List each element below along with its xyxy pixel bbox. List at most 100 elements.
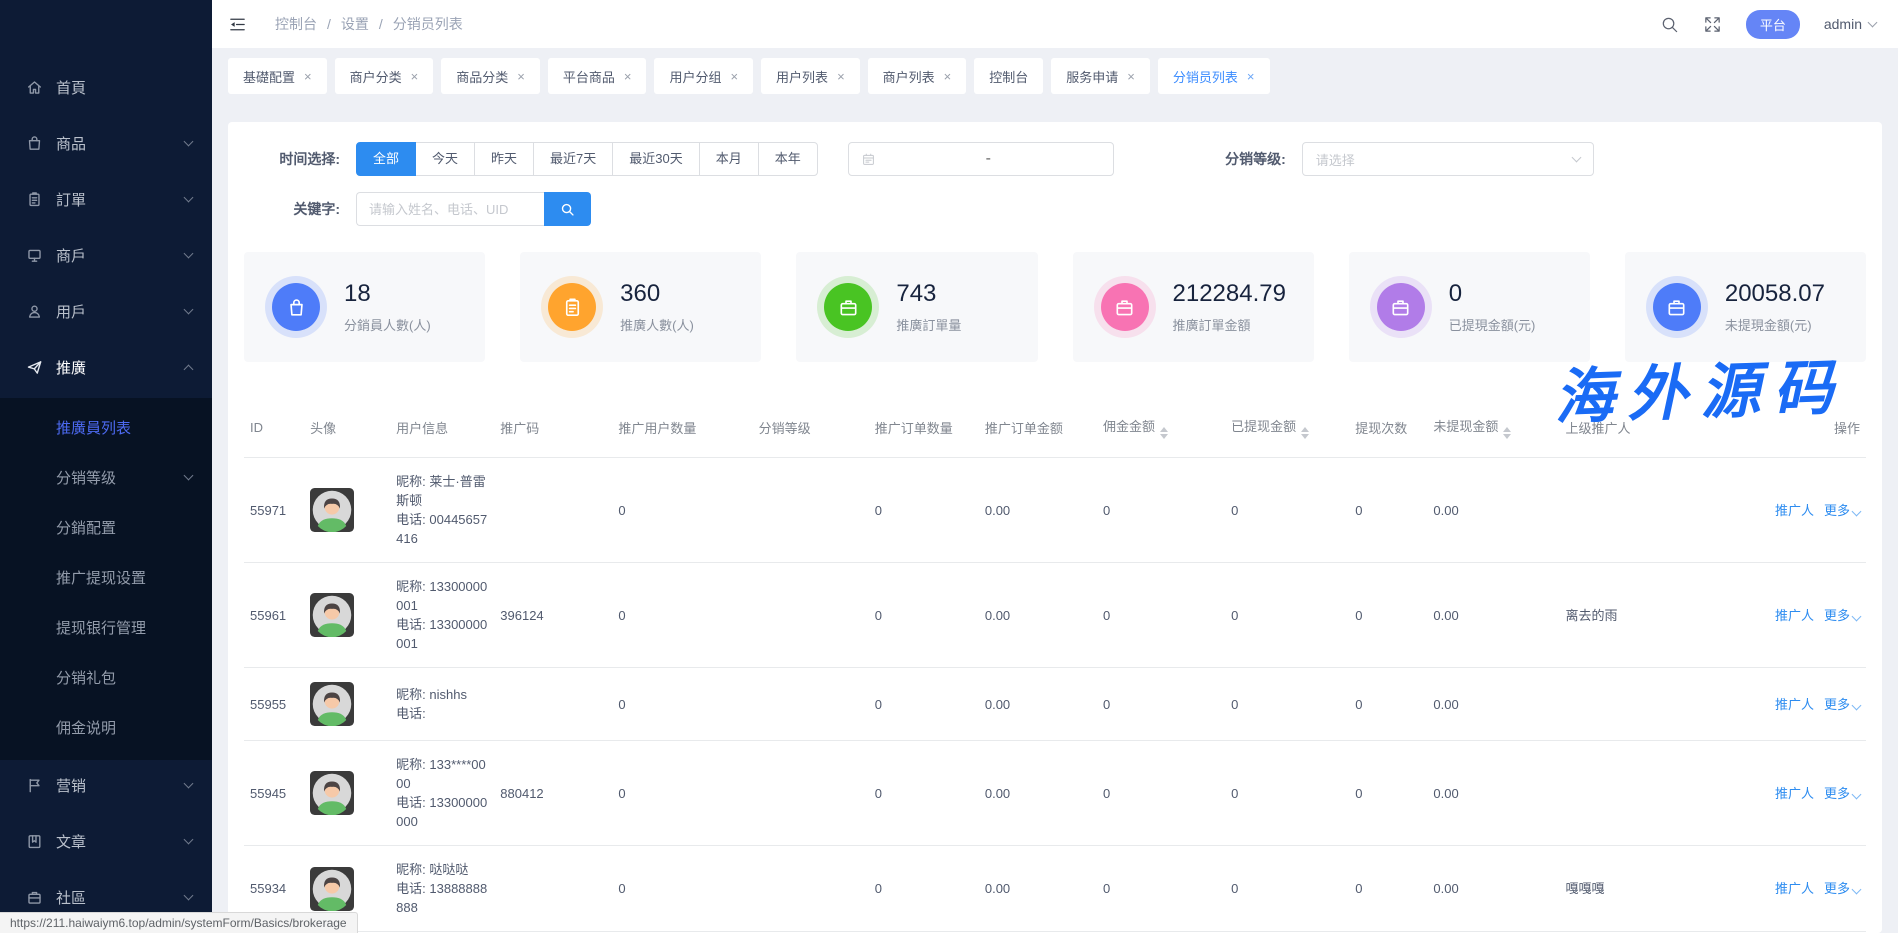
breadcrumb-item[interactable]: 设置	[341, 14, 369, 34]
column-header-actions: 操作	[1758, 406, 1866, 458]
tab-服务申请[interactable]: 服务申请×	[1051, 58, 1150, 94]
user-menu[interactable]: admin	[1824, 16, 1876, 32]
cell-user-info: 昵称: 133****0000电话: 13300000000	[390, 741, 494, 846]
keyword-input[interactable]	[356, 192, 544, 226]
collapse-menu-icon[interactable]	[228, 15, 247, 34]
cell-commission: 0	[1097, 741, 1225, 846]
more-link[interactable]: 更多	[1824, 697, 1860, 712]
tab-label: 商户分类	[350, 67, 402, 86]
sidebar-item-营销[interactable]: 营销	[0, 760, 212, 810]
time-filter-本年[interactable]: 本年	[758, 142, 818, 176]
sidebar-subitem-提现银行管理[interactable]: 提现银行管理	[0, 602, 212, 652]
sidebar-subitem-推廣員列表[interactable]: 推廣員列表	[0, 402, 212, 452]
cell-parent	[1560, 741, 1758, 846]
close-icon[interactable]: ×	[624, 70, 632, 83]
close-icon[interactable]: ×	[517, 70, 525, 83]
sidebar-menu: 首頁商品訂單商戶用戶推廣推廣員列表分销等级分銷配置推广提现设置提现银行管理分销礼…	[0, 62, 212, 922]
promoter-link[interactable]: 推广人	[1775, 786, 1814, 801]
close-icon[interactable]: ×	[1247, 70, 1255, 83]
column-header-commission[interactable]: 佣金金额	[1097, 406, 1225, 458]
distributor-table: ID头像用户信息推广码推广用户数量分销等级推广订单数量推广订单金额佣金金额已提现…	[244, 406, 1866, 933]
tab-label: 商品分类	[456, 67, 508, 86]
date-range-input[interactable]: -	[848, 142, 1114, 176]
more-link[interactable]: 更多	[1824, 503, 1860, 518]
sidebar-item-首頁[interactable]: 首頁	[0, 62, 212, 112]
cell-unwithdrawn: 0.00	[1427, 846, 1559, 932]
column-header-unwithdrawn[interactable]: 未提现金额	[1427, 406, 1559, 458]
tab-分销员列表[interactable]: 分销员列表×	[1158, 58, 1270, 94]
sidebar-subitem-推广提现设置[interactable]: 推广提现设置	[0, 552, 212, 602]
fullscreen-icon[interactable]	[1703, 15, 1722, 34]
promoter-link[interactable]: 推广人	[1775, 881, 1814, 896]
promoter-link[interactable]: 推广人	[1775, 697, 1814, 712]
promoter-link[interactable]: 推广人	[1775, 503, 1814, 518]
close-icon[interactable]: ×	[1127, 70, 1135, 83]
sidebar-item-文章[interactable]: 文章	[0, 816, 212, 866]
promoter-link[interactable]: 推广人	[1775, 608, 1814, 623]
user-nickname: 昵称: 13300000001	[396, 577, 488, 615]
tab-商户列表[interactable]: 商户列表×	[868, 58, 967, 94]
sidebar-item-商品[interactable]: 商品	[0, 118, 212, 168]
sidebar-subitem-label: 提现银行管理	[56, 617, 192, 638]
column-header-avatar: 头像	[304, 406, 390, 458]
briefcase-icon	[824, 283, 872, 331]
cell-level	[753, 741, 869, 846]
search-icon[interactable]	[1660, 15, 1679, 34]
cell-actions: 推广人更多	[1758, 741, 1866, 846]
cell-code	[494, 458, 612, 563]
breadcrumb-item[interactable]: 分销员列表	[393, 14, 463, 34]
column-header-withdrawn[interactable]: 已提现金额	[1225, 406, 1349, 458]
time-filter-全部[interactable]: 全部	[356, 142, 416, 176]
tab-基礎配置[interactable]: 基礎配置×	[228, 58, 327, 94]
stat-card: 743推廣訂單量	[796, 252, 1037, 362]
sidebar-subitem-分销礼包[interactable]: 分销礼包	[0, 652, 212, 702]
breadcrumb-item[interactable]: 控制台	[275, 14, 317, 34]
keyword-search-button[interactable]	[544, 192, 591, 226]
briefcase-icon	[1377, 283, 1425, 331]
sidebar-subitem-佣金说明[interactable]: 佣金说明	[0, 702, 212, 752]
sort-icon[interactable]	[1503, 427, 1511, 439]
time-filter-最近30天[interactable]: 最近30天	[612, 142, 699, 176]
time-filter-本月[interactable]: 本月	[699, 142, 759, 176]
close-icon[interactable]: ×	[304, 70, 312, 83]
sidebar-item-label: 文章	[56, 831, 185, 852]
column-header-label: 推广订单数量	[875, 421, 953, 436]
tab-控制台[interactable]: 控制台	[974, 58, 1043, 94]
more-link[interactable]: 更多	[1824, 786, 1860, 801]
sidebar-subitem-分銷配置[interactable]: 分銷配置	[0, 502, 212, 552]
sidebar-item-推廣[interactable]: 推廣	[0, 342, 212, 392]
more-link[interactable]: 更多	[1824, 881, 1860, 896]
sort-icon[interactable]	[1160, 427, 1168, 439]
sidebar-item-用戶[interactable]: 用戶	[0, 286, 212, 336]
cell-parent	[1560, 458, 1758, 563]
tab-商品分类[interactable]: 商品分类 ×	[441, 58, 540, 94]
topbar-right: 平台 admin	[1660, 10, 1876, 39]
cell-id: 55971	[244, 458, 304, 563]
tab-用户列表[interactable]: 用户列表×	[761, 58, 860, 94]
time-filter-最近7天[interactable]: 最近7天	[533, 142, 613, 176]
sidebar-subitem-分销等级[interactable]: 分销等级	[0, 452, 212, 502]
sort-icon[interactable]	[1301, 427, 1309, 439]
sidebar-item-訂單[interactable]: 訂單	[0, 174, 212, 224]
article-icon	[26, 833, 56, 850]
chevron-down-icon	[184, 249, 194, 259]
cell-order-amount: 0.00	[979, 846, 1097, 932]
column-header-label: 推广码	[500, 421, 539, 436]
close-icon[interactable]: ×	[837, 70, 845, 83]
tab-用户分组[interactable]: 用户分组×	[654, 58, 753, 94]
time-filter-昨天[interactable]: 昨天	[474, 142, 534, 176]
stat-value: 20058.07	[1725, 280, 1825, 308]
tab-商户分类[interactable]: 商户分类 ×	[335, 58, 434, 94]
level-select[interactable]: 请选择	[1302, 142, 1594, 176]
close-icon[interactable]: ×	[730, 70, 738, 83]
sidebar-item-商戶[interactable]: 商戶	[0, 230, 212, 280]
close-icon[interactable]: ×	[944, 70, 952, 83]
close-icon[interactable]: ×	[411, 70, 419, 83]
column-header-label: 头像	[310, 421, 336, 436]
more-link[interactable]: 更多	[1824, 608, 1860, 623]
time-filter-今天[interactable]: 今天	[415, 142, 475, 176]
tab-平台商品[interactable]: 平台商品×	[548, 58, 647, 94]
column-header-label: 用户信息	[396, 421, 448, 436]
cell-user-info: 昵称: 哒哒哒电话: 13888888888	[390, 846, 494, 932]
status-url: https://211.haiwaiym6.top/admin/systemFo…	[0, 912, 358, 933]
